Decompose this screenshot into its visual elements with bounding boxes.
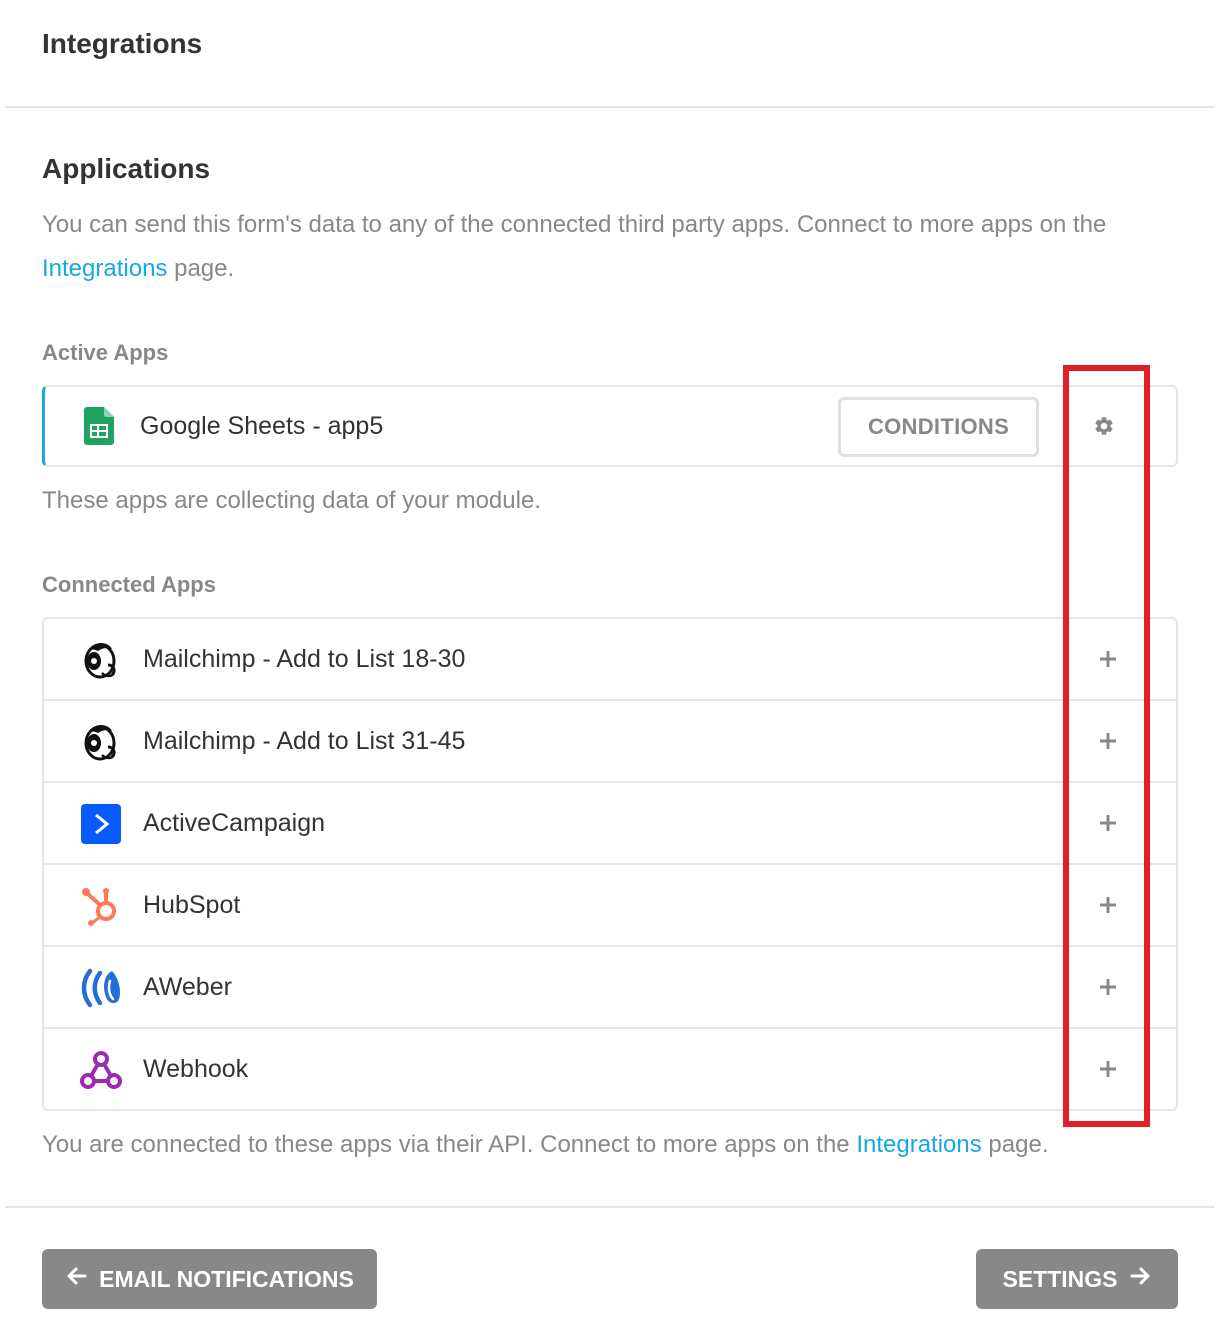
- page-title: Integrations: [42, 28, 203, 59]
- footer-divider: [5, 1206, 1215, 1208]
- list-item: ActiveCampaign: [44, 783, 1176, 865]
- plus-icon[interactable]: [1094, 809, 1122, 837]
- description-text: You can send this form's data to any of …: [42, 211, 1107, 238]
- aweber-icon: [80, 967, 122, 1009]
- section-title: Applications: [42, 153, 211, 184]
- hubspot-icon: [80, 885, 122, 927]
- gear-icon[interactable]: [1089, 411, 1119, 441]
- arrow-left-icon: [65, 1264, 89, 1294]
- email-notifications-button[interactable]: EMAIL NOTIFICATIONS: [42, 1249, 377, 1309]
- list-item: Mailchimp - Add to List 31-45: [44, 701, 1176, 783]
- plus-icon[interactable]: [1094, 645, 1122, 673]
- connected-apps-note: You are connected to these apps via thei…: [42, 1131, 1048, 1159]
- description-suffix: page.: [174, 255, 235, 282]
- google-sheets-icon: [78, 405, 120, 447]
- settings-button[interactable]: SETTINGS: [976, 1249, 1178, 1309]
- active-apps-label: Active Apps: [42, 340, 169, 365]
- list-item: AWeber: [44, 947, 1176, 1029]
- list-item: Webhook: [44, 1029, 1176, 1111]
- app-name: HubSpot: [143, 891, 241, 919]
- header-divider: [5, 106, 1215, 108]
- list-item: Mailchimp - Add to List 18-30: [44, 619, 1176, 701]
- app-name: Webhook: [143, 1055, 249, 1083]
- app-name: Mailchimp - Add to List 18-30: [143, 645, 466, 673]
- active-app-card: Google Sheets - app5 CONDITIONS: [42, 385, 1178, 467]
- settings-label: SETTINGS: [1002, 1265, 1118, 1292]
- app-name: AWeber: [143, 973, 232, 1001]
- app-name: Mailchimp - Add to List 31-45: [143, 727, 466, 755]
- plus-icon[interactable]: [1094, 973, 1122, 1001]
- arrow-right-icon: [1128, 1264, 1152, 1294]
- mailchimp-icon: [80, 639, 122, 681]
- plus-icon[interactable]: [1094, 727, 1122, 755]
- integrations-link[interactable]: Integrations: [856, 1131, 981, 1158]
- connected-note-suffix: page.: [988, 1131, 1049, 1158]
- plus-icon[interactable]: [1094, 1055, 1122, 1083]
- active-app-name: Google Sheets - app5: [140, 412, 384, 440]
- plus-icon[interactable]: [1094, 891, 1122, 919]
- integrations-link[interactable]: Integrations: [42, 255, 167, 282]
- section-description: You can send this form's data to any of …: [42, 203, 1172, 291]
- active-apps-note: These apps are collecting data of your m…: [42, 487, 541, 514]
- list-item: HubSpot: [44, 865, 1176, 947]
- activecampaign-icon: [80, 803, 122, 845]
- connected-apps-label: Connected Apps: [42, 572, 216, 597]
- connected-note-text: You are connected to these apps via thei…: [42, 1131, 850, 1158]
- connected-apps-list: Mailchimp - Add to List 18-30 Mailchimp …: [42, 617, 1178, 1111]
- conditions-button[interactable]: CONDITIONS: [838, 397, 1039, 457]
- email-notifications-label: EMAIL NOTIFICATIONS: [99, 1265, 354, 1292]
- app-name: ActiveCampaign: [143, 809, 326, 837]
- webhook-icon: [80, 1049, 122, 1091]
- mailchimp-icon: [80, 721, 122, 763]
